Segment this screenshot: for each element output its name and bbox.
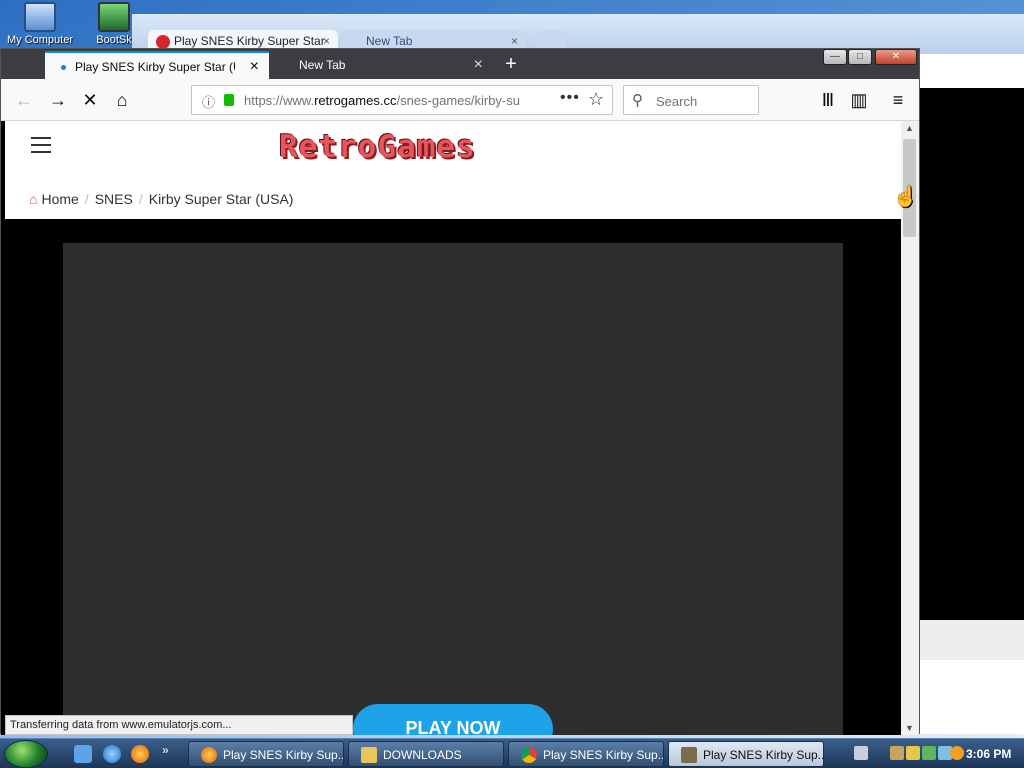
- close-icon[interactable]: ×: [511, 34, 518, 48]
- quicklaunch-ie-icon[interactable]: [103, 745, 121, 763]
- quicklaunch-explorer-icon[interactable]: [74, 745, 92, 763]
- background-panel: [920, 620, 1024, 660]
- folder-icon: [361, 747, 377, 763]
- loading-dot-icon: [61, 65, 66, 70]
- retrogames-favicon-icon: [156, 35, 170, 49]
- lock-icon[interactable]: [224, 94, 234, 106]
- navigation-toolbar: ← → ✕ ⌂ ⓘ https://www.retrogames.cc/snes…: [1, 79, 919, 121]
- breadcrumb-separator: /: [138, 191, 143, 207]
- tab-label: Play SNES Kirby Super Star: [174, 34, 325, 48]
- close-icon[interactable]: ×: [323, 34, 330, 48]
- desktop-icon-my-computer[interactable]: My Computer: [0, 2, 80, 46]
- play-now-button[interactable]: PLAY NOW: [353, 704, 553, 735]
- hand-cursor-icon: ☝: [893, 186, 918, 208]
- task-label: Play SNES Kirby Sup...: [223, 748, 344, 762]
- taskbar: » Play SNES Kirby Sup... DOWNLOADS Play …: [0, 738, 1024, 768]
- computer-icon: [24, 2, 56, 32]
- quicklaunch-more-icon[interactable]: »: [162, 743, 169, 757]
- page-actions-icon[interactable]: •••: [560, 89, 580, 107]
- close-tab-icon[interactable]: ×: [250, 58, 259, 76]
- quicklaunch-firefox-icon[interactable]: [131, 745, 149, 763]
- network-icon[interactable]: [922, 746, 936, 760]
- shield-icon[interactable]: [906, 746, 920, 760]
- close-tab-icon[interactable]: ×: [474, 56, 483, 74]
- url-host: retrogames.cc: [314, 93, 397, 108]
- sidebar-button[interactable]: ▥: [844, 85, 874, 115]
- taskbar-item-firefox[interactable]: Play SNES Kirby Sup...: [188, 741, 344, 767]
- breadcrumb: ⌂ Home / SNES / Kirby Super Star (USA): [29, 191, 293, 207]
- bootsk-icon: [98, 2, 130, 32]
- menu-button[interactable]: ≡: [883, 85, 913, 115]
- game-player-area[interactable]: [63, 243, 843, 735]
- search-input[interactable]: ⚲ Search: [623, 85, 759, 115]
- close-window-button[interactable]: ✕: [875, 49, 917, 65]
- tray-app-icon[interactable]: [890, 746, 904, 760]
- desktop-icon-label: BootSk: [96, 34, 132, 46]
- bookmark-star-icon[interactable]: ☆: [588, 89, 604, 110]
- firefox-window: Play SNES Kirby Super Star (USA) × New T…: [0, 48, 920, 735]
- minimize-button[interactable]: —: [823, 49, 847, 65]
- forward-button[interactable]: →: [43, 85, 73, 115]
- task-label: Play SNES Kirby Sup...: [543, 748, 664, 762]
- tab-label: New Tab: [299, 58, 346, 72]
- start-button[interactable]: [4, 740, 48, 768]
- status-bar: Transferring data from www.emulatorjs.co…: [5, 715, 353, 735]
- home-button[interactable]: ⌂: [107, 85, 137, 115]
- site-menu-icon[interactable]: [31, 137, 51, 158]
- breadcrumb-snes[interactable]: SNES: [95, 191, 133, 207]
- breadcrumb-current: Kirby Super Star (USA): [148, 191, 294, 207]
- taskbar-item-downloads[interactable]: DOWNLOADS: [348, 741, 504, 767]
- clock[interactable]: 3:06 PM: [966, 747, 1011, 761]
- library-button[interactable]: Ⅲ: [813, 85, 843, 115]
- breadcrumb-separator: /: [84, 191, 89, 207]
- chrome-icon: [521, 747, 537, 763]
- tab-new-tab[interactable]: New Tab ×: [269, 51, 493, 79]
- tab-strip: Play SNES Kirby Super Star (USA) × New T…: [1, 49, 919, 79]
- url-scheme: https://www.: [244, 93, 315, 108]
- tab-label: Play SNES Kirby Super Star (USA): [75, 60, 235, 74]
- back-button[interactable]: ←: [9, 85, 39, 115]
- url-text[interactable]: https://www.retrogames.cc/snes-games/kir…: [244, 93, 534, 108]
- tab-label: New Tab: [366, 34, 413, 48]
- maximize-button[interactable]: □: [848, 49, 872, 65]
- desktop-icon-label: My Computer: [6, 34, 74, 46]
- site-header: RetroGames ⌂ Home / SNES / Kirby Super Star (…: [5, 121, 901, 219]
- tab-kirby[interactable]: Play SNES Kirby Super Star (USA) ×: [45, 51, 269, 79]
- stop-button[interactable]: ✕: [75, 85, 105, 115]
- scroll-up-icon[interactable]: ▲: [905, 123, 914, 133]
- task-label: DOWNLOADS: [383, 748, 462, 762]
- home-icon: ⌂: [29, 191, 38, 207]
- task-label: Play SNES Kirby Sup...: [703, 748, 824, 762]
- scroll-down-icon[interactable]: ▼: [905, 723, 914, 733]
- search-tray-icon[interactable]: [950, 746, 964, 760]
- page-scrollbar[interactable]: ▲ ▼: [901, 121, 919, 735]
- url-bar[interactable]: ⓘ https://www.retrogames.cc/snes-games/k…: [191, 85, 613, 115]
- taskbar-item-chrome[interactable]: Play SNES Kirby Sup...: [508, 741, 664, 767]
- site-logo[interactable]: RetroGames: [279, 129, 476, 165]
- new-tab-button[interactable]: +: [497, 51, 525, 79]
- search-icon: ⚲: [632, 92, 643, 109]
- taskbar-item-active[interactable]: Play SNES Kirby Sup...: [668, 741, 824, 767]
- firefox-icon: [201, 747, 217, 763]
- breadcrumb-home[interactable]: Home: [41, 191, 78, 207]
- keyboard-icon[interactable]: [854, 746, 868, 760]
- background-video-area: [920, 88, 1024, 620]
- app-icon: [681, 747, 697, 763]
- info-icon[interactable]: ⓘ: [202, 92, 215, 111]
- search-placeholder: Search: [656, 94, 698, 109]
- url-path: /snes-games/kirby-su: [396, 93, 520, 108]
- page-content: RetroGames ⌂ Home / SNES / Kirby Super Star (…: [1, 121, 901, 735]
